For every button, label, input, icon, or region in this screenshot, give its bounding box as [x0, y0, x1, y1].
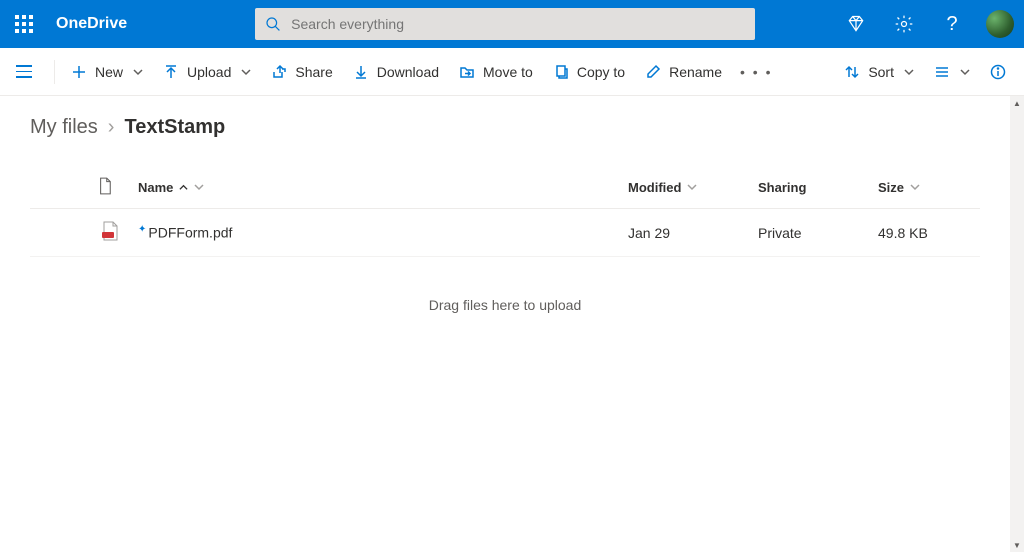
- chevron-down-icon: [194, 180, 204, 195]
- help-button[interactable]: ?: [928, 0, 976, 48]
- table-header-row: Name Modified Sharing: [30, 167, 980, 209]
- table-row[interactable]: ✦PDFForm.pdf Jan 29 Private 49.8 KB: [30, 209, 980, 257]
- pencil-icon: [645, 64, 661, 80]
- command-bar: New Upload Share Download Move to Copy t…: [0, 48, 1024, 96]
- view-options-button[interactable]: [924, 56, 980, 88]
- rename-button[interactable]: Rename: [635, 56, 732, 88]
- download-label: Download: [377, 64, 439, 80]
- main-area: My files › TextStamp Name: [0, 96, 1024, 552]
- content-pane: My files › TextStamp Name: [0, 96, 1010, 552]
- sort-ascending-icon: [179, 180, 188, 195]
- search-box[interactable]: [255, 8, 755, 40]
- download-button[interactable]: Download: [343, 56, 449, 88]
- file-type-column-header[interactable]: [90, 167, 130, 209]
- file-type-icon-cell: [90, 209, 130, 257]
- share-label: Share: [295, 64, 332, 80]
- size-column-label: Size: [878, 180, 904, 195]
- new-indicator-icon: ✦: [138, 224, 146, 235]
- more-actions-button[interactable]: • • •: [732, 64, 780, 80]
- drag-upload-hint: Drag files here to upload: [30, 257, 980, 353]
- waffle-icon: [15, 15, 33, 33]
- new-button[interactable]: New: [61, 56, 153, 88]
- nav-toggle-button[interactable]: [8, 56, 40, 88]
- files-table: Name Modified Sharing: [30, 167, 980, 257]
- chevron-down-icon: [133, 64, 143, 80]
- breadcrumb-current: TextStamp: [124, 116, 225, 139]
- plus-icon: [71, 64, 87, 80]
- sort-button[interactable]: Sort: [834, 56, 924, 88]
- premium-button[interactable]: [832, 0, 880, 48]
- move-to-label: Move to: [483, 64, 533, 80]
- list-view-icon: [934, 64, 950, 80]
- file-modified-cell: Jan 29: [620, 209, 750, 257]
- file-size-cell: 49.8 KB: [870, 209, 980, 257]
- info-icon: [990, 64, 1006, 80]
- breadcrumb: My files › TextStamp: [30, 116, 980, 139]
- sort-label: Sort: [868, 64, 894, 80]
- question-icon: ?: [946, 13, 957, 36]
- file-sharing-cell: Private: [750, 209, 870, 257]
- scroll-up-icon: ▲: [1010, 96, 1024, 110]
- sort-icon: [844, 64, 860, 80]
- share-button[interactable]: Share: [261, 56, 342, 88]
- toolbar-separator: [54, 60, 55, 84]
- copy-to-label: Copy to: [577, 64, 625, 80]
- size-column-header[interactable]: Size: [870, 167, 980, 209]
- sharing-column-label: Sharing: [758, 180, 806, 195]
- modified-column-label: Modified: [628, 180, 681, 195]
- file-name-cell[interactable]: ✦PDFForm.pdf: [130, 209, 620, 257]
- scroll-down-icon: ▼: [1010, 538, 1024, 552]
- chevron-right-icon: ›: [108, 116, 115, 139]
- move-icon: [459, 64, 475, 80]
- file-name: PDFForm.pdf: [148, 225, 232, 241]
- copy-to-button[interactable]: Copy to: [543, 56, 635, 88]
- chevron-down-icon: [904, 64, 914, 80]
- pdf-file-icon: [101, 221, 119, 241]
- gear-icon: [894, 14, 914, 34]
- vertical-scrollbar[interactable]: ▲ ▼: [1010, 96, 1024, 552]
- upload-label: Upload: [187, 64, 231, 80]
- chevron-down-icon: [241, 64, 251, 80]
- chevron-down-icon: [960, 64, 970, 80]
- name-column-header[interactable]: Name: [130, 167, 620, 209]
- rename-label: Rename: [669, 64, 722, 80]
- diamond-icon: [846, 14, 866, 34]
- upload-button[interactable]: Upload: [153, 56, 261, 88]
- document-icon: [98, 177, 112, 195]
- name-column-label: Name: [138, 180, 173, 195]
- upload-icon: [163, 64, 179, 80]
- brand-label[interactable]: OneDrive: [48, 15, 135, 33]
- header-bar: OneDrive ?: [0, 0, 1024, 48]
- chevron-down-icon: [687, 180, 697, 195]
- download-icon: [353, 64, 369, 80]
- app-launcher-button[interactable]: [0, 0, 48, 48]
- sharing-column-header[interactable]: Sharing: [750, 167, 870, 209]
- move-to-button[interactable]: Move to: [449, 56, 543, 88]
- share-icon: [271, 64, 287, 80]
- details-pane-button[interactable]: [980, 56, 1016, 88]
- chevron-down-icon: [910, 180, 920, 195]
- account-avatar[interactable]: [986, 10, 1014, 38]
- search-input[interactable]: [291, 16, 745, 32]
- modified-column-header[interactable]: Modified: [620, 167, 750, 209]
- breadcrumb-parent[interactable]: My files: [30, 116, 98, 139]
- new-label: New: [95, 64, 123, 80]
- search-icon: [265, 16, 281, 32]
- copy-icon: [553, 64, 569, 80]
- settings-button[interactable]: [880, 0, 928, 48]
